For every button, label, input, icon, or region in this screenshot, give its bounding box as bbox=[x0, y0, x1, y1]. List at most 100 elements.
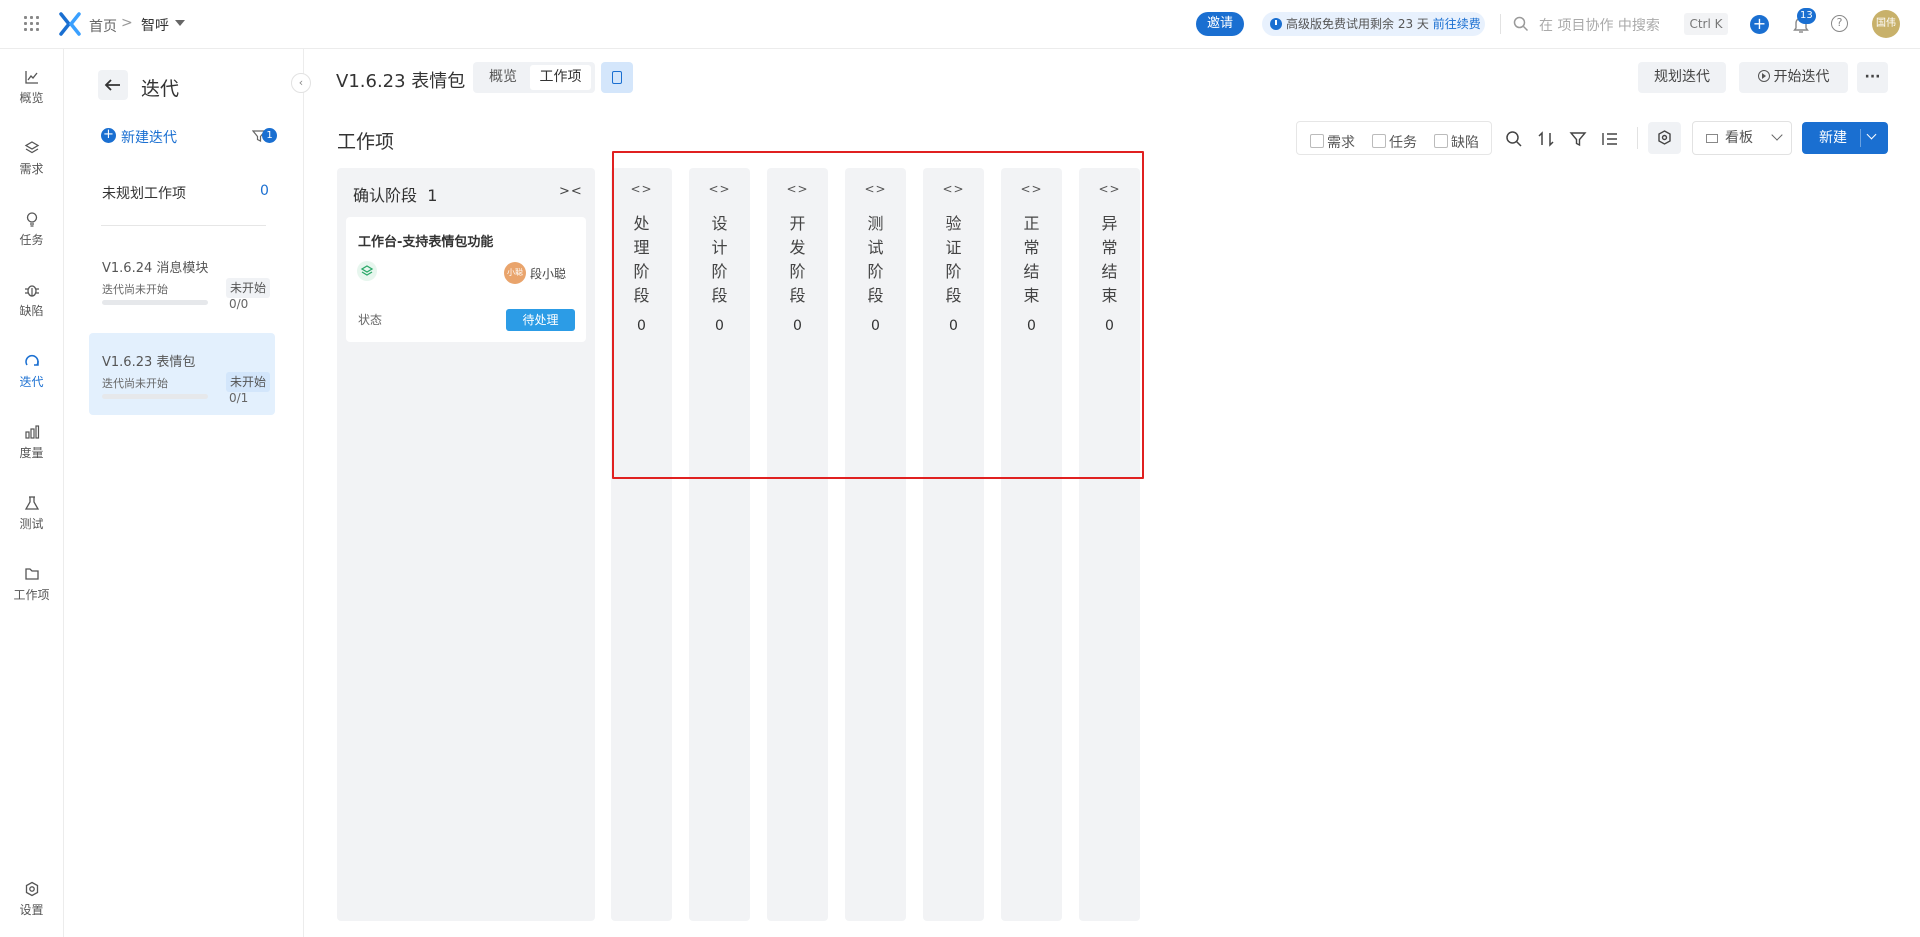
search-icon[interactable] bbox=[1513, 16, 1529, 32]
filter-task-checkbox[interactable]: 任务 bbox=[1372, 132, 1417, 152]
status-button[interactable]: 待处理 bbox=[506, 309, 575, 331]
chevron-down-icon[interactable] bbox=[1866, 129, 1877, 140]
renew-link[interactable]: 前往续费 bbox=[1433, 17, 1481, 31]
column-count: 0 bbox=[715, 318, 724, 334]
document-button[interactable] bbox=[601, 62, 633, 93]
expand-column-icon[interactable]: <> bbox=[1079, 182, 1140, 196]
create-plus-button[interactable]: + bbox=[1750, 15, 1769, 34]
column-count: 0 bbox=[1027, 318, 1036, 334]
filter-icon[interactable] bbox=[1569, 130, 1587, 148]
column-name-char: 阶 bbox=[633, 262, 650, 281]
app-grid-icon[interactable] bbox=[24, 16, 40, 32]
filter-requirement-checkbox[interactable]: 需求 bbox=[1310, 132, 1355, 152]
new-label: 新建 bbox=[1819, 130, 1847, 146]
divider bbox=[1500, 14, 1501, 34]
flask-icon bbox=[24, 496, 40, 510]
column-name-char: 阶 bbox=[945, 262, 962, 281]
nav-label: 任务 bbox=[19, 233, 44, 247]
section-title: 工作项 bbox=[337, 131, 395, 153]
plus-icon: + bbox=[101, 128, 116, 143]
iteration-item[interactable]: V1.6.24 消息模块 迭代尚未开始 未开始 0/0 bbox=[89, 239, 275, 321]
column-name: 设计阶段 bbox=[689, 212, 750, 308]
column-name-char: 理 bbox=[633, 238, 650, 257]
collapsed-column[interactable]: <> 设计阶段 0 bbox=[689, 168, 750, 921]
board-icon bbox=[1706, 134, 1718, 143]
collapsed-column[interactable]: <> 测试阶段 0 bbox=[845, 168, 906, 921]
nav-testing[interactable]: 测试 bbox=[0, 495, 63, 551]
column-name-char: 开 bbox=[789, 214, 806, 233]
column-title: 确认阶段 1 bbox=[353, 182, 437, 206]
column-name: 异常结束 bbox=[1079, 212, 1140, 308]
view-label: 看板 bbox=[1725, 130, 1753, 146]
breadcrumb-project[interactable]: 智呼 bbox=[141, 15, 169, 35]
unplanned-items-link[interactable]: 未规划工作项 bbox=[102, 183, 186, 203]
trial-banner[interactable]: 高级版免费试用剩余 23 天 前往续费 bbox=[1262, 12, 1485, 36]
help-icon[interactable]: ? bbox=[1831, 15, 1848, 32]
assignee-name: 段小聪 bbox=[530, 267, 567, 281]
clock-icon bbox=[1270, 18, 1282, 30]
column-name-char: 验 bbox=[945, 214, 962, 233]
breadcrumb-home[interactable]: 首页 bbox=[89, 16, 117, 36]
nav-workitems[interactable]: 工作项 bbox=[0, 566, 63, 622]
bug-icon bbox=[25, 285, 39, 297]
view-switcher[interactable]: 看板 bbox=[1692, 121, 1792, 155]
more-button[interactable]: ··· bbox=[1857, 62, 1888, 93]
collapse-column-icon[interactable]: >< bbox=[559, 184, 583, 199]
nav-tasks[interactable]: 任务 bbox=[0, 211, 63, 267]
trial-text: 高级版免费试用剩余 23 天 bbox=[1286, 17, 1429, 31]
invite-button[interactable]: 邀请 bbox=[1196, 12, 1244, 36]
layers-icon bbox=[24, 141, 40, 154]
type-filter-group: 需求 任务 缺陷 bbox=[1296, 121, 1492, 155]
nav-label: 概览 bbox=[19, 91, 44, 105]
column-name-char: 阶 bbox=[867, 262, 884, 281]
iteration-item-selected[interactable]: V1.6.23 表情包 迭代尚未开始 未开始 0/1 bbox=[89, 333, 275, 415]
caret-down-icon[interactable] bbox=[175, 20, 185, 26]
new-workitem-button[interactable]: 新建 bbox=[1802, 122, 1888, 154]
collapse-panel-button[interactable]: ‹ bbox=[291, 73, 311, 93]
nav-overview[interactable]: 概览 bbox=[0, 69, 63, 125]
user-avatar[interactable]: 国伟 bbox=[1872, 10, 1900, 38]
column-name: 正常结束 bbox=[1001, 212, 1062, 308]
logo-icon[interactable] bbox=[59, 12, 81, 36]
nav-settings[interactable]: 设置 bbox=[0, 881, 63, 937]
tab-workitems[interactable]: 工作项 bbox=[530, 65, 591, 90]
column-name-char: 结 bbox=[1101, 262, 1118, 281]
collapsed-column[interactable]: <> 异常结束 0 bbox=[1079, 168, 1140, 921]
filter-defect-checkbox[interactable]: 缺陷 bbox=[1434, 132, 1479, 152]
progress-bar bbox=[102, 300, 208, 305]
nav-label: 度量 bbox=[19, 446, 44, 460]
nav-requirements[interactable]: 需求 bbox=[0, 140, 63, 196]
iteration-status-text: 迭代尚未开始 bbox=[102, 377, 168, 390]
plan-iteration-button[interactable]: 规划迭代 bbox=[1638, 62, 1726, 93]
nav-iterations[interactable]: 迭代 bbox=[0, 353, 63, 409]
collapsed-column[interactable]: <> 开发阶段 0 bbox=[767, 168, 828, 921]
workitem-card[interactable]: 工作台-支持表情包功能 小聪 段小聪 状态 待处理 bbox=[346, 217, 586, 342]
divider bbox=[1637, 127, 1638, 149]
nav-defects[interactable]: 缺陷 bbox=[0, 282, 63, 338]
list-settings-icon[interactable] bbox=[1601, 130, 1619, 148]
expand-column-icon[interactable]: <> bbox=[689, 182, 750, 196]
tab-overview[interactable]: 概览 bbox=[477, 65, 529, 90]
back-button[interactable] bbox=[98, 70, 128, 100]
expand-column-icon[interactable]: <> bbox=[1001, 182, 1062, 196]
iteration-ratio: 0/1 bbox=[229, 391, 249, 405]
column-name-char: 束 bbox=[1023, 286, 1040, 305]
expand-column-icon[interactable]: <> bbox=[767, 182, 828, 196]
expand-column-icon[interactable]: <> bbox=[923, 182, 984, 196]
global-search-input[interactable]: 在 项目协作 中搜索 bbox=[1539, 15, 1660, 35]
expand-column-icon[interactable]: <> bbox=[845, 182, 906, 196]
collapsed-column[interactable]: <> 处理阶段 0 bbox=[611, 168, 672, 921]
view-tabs: 概览 工作项 bbox=[473, 62, 595, 93]
nav-metrics[interactable]: 度量 bbox=[0, 424, 63, 480]
new-iteration-button[interactable]: + 新建迭代 bbox=[101, 127, 177, 147]
search-icon[interactable] bbox=[1505, 130, 1523, 148]
breadcrumb-separator: > bbox=[121, 15, 133, 31]
expand-column-icon[interactable]: <> bbox=[611, 182, 672, 196]
board-settings-button[interactable] bbox=[1648, 122, 1681, 154]
nav-label: 缺陷 bbox=[19, 304, 44, 318]
collapsed-column[interactable]: <> 验证阶段 0 bbox=[923, 168, 984, 921]
collapsed-column[interactable]: <> 正常结束 0 bbox=[1001, 168, 1062, 921]
start-iteration-button[interactable]: 开始迭代 bbox=[1739, 62, 1848, 93]
document-icon bbox=[612, 71, 622, 84]
sort-icon[interactable] bbox=[1537, 130, 1555, 148]
